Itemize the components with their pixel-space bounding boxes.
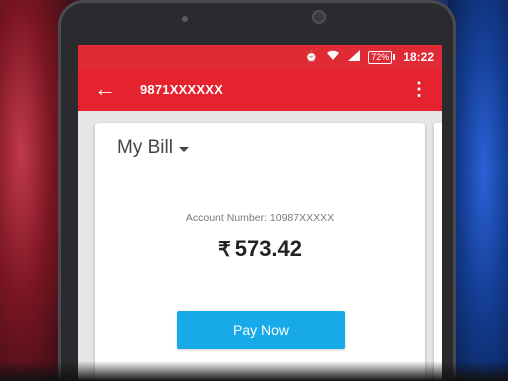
rupee-icon: ₹: [217, 239, 231, 261]
pay-now-button[interactable]: Pay Now: [177, 311, 345, 349]
wifi-icon: [326, 50, 340, 64]
battery-icon: 72%: [368, 50, 396, 64]
next-card-edge: [434, 123, 442, 381]
my-bill-dropdown[interactable]: My Bill: [117, 137, 189, 159]
back-arrow-icon[interactable]: ←: [94, 78, 116, 100]
alarm-icon: ⏰: [304, 50, 319, 63]
my-bill-label: My Bill: [117, 137, 173, 158]
bill-amount: ₹573.42: [95, 236, 425, 262]
status-bar: ⏰ 72% 18:22: [78, 45, 442, 69]
bill-card: My Bill Account Number: 10987XXXXX ₹573.…: [95, 123, 425, 381]
app-bar: ← 9871XXXXXX ⋮: [78, 69, 442, 111]
amount-value: 573.42: [234, 236, 303, 261]
phone-screen: ⏰ 72% 18:22 ← 9871XXXXXX ⋮ My Bill Accou…: [78, 45, 442, 381]
status-icons: ⏰ 72% 18:22: [305, 50, 434, 64]
app-title: 9871XXXXXX: [140, 82, 223, 97]
signal-icon: [348, 50, 361, 64]
background-right-blur: [448, 0, 508, 381]
more-vert-icon[interactable]: ⋮: [410, 80, 428, 98]
front-camera: [312, 10, 326, 24]
sensor-dot: [182, 16, 188, 22]
status-time: 18:22: [403, 50, 434, 64]
battery-percent: 72%: [368, 50, 393, 64]
bottom-shadow: [0, 361, 508, 381]
account-number: Account Number: 10987XXXXX: [185, 212, 335, 224]
caret-down-icon: [178, 146, 189, 152]
